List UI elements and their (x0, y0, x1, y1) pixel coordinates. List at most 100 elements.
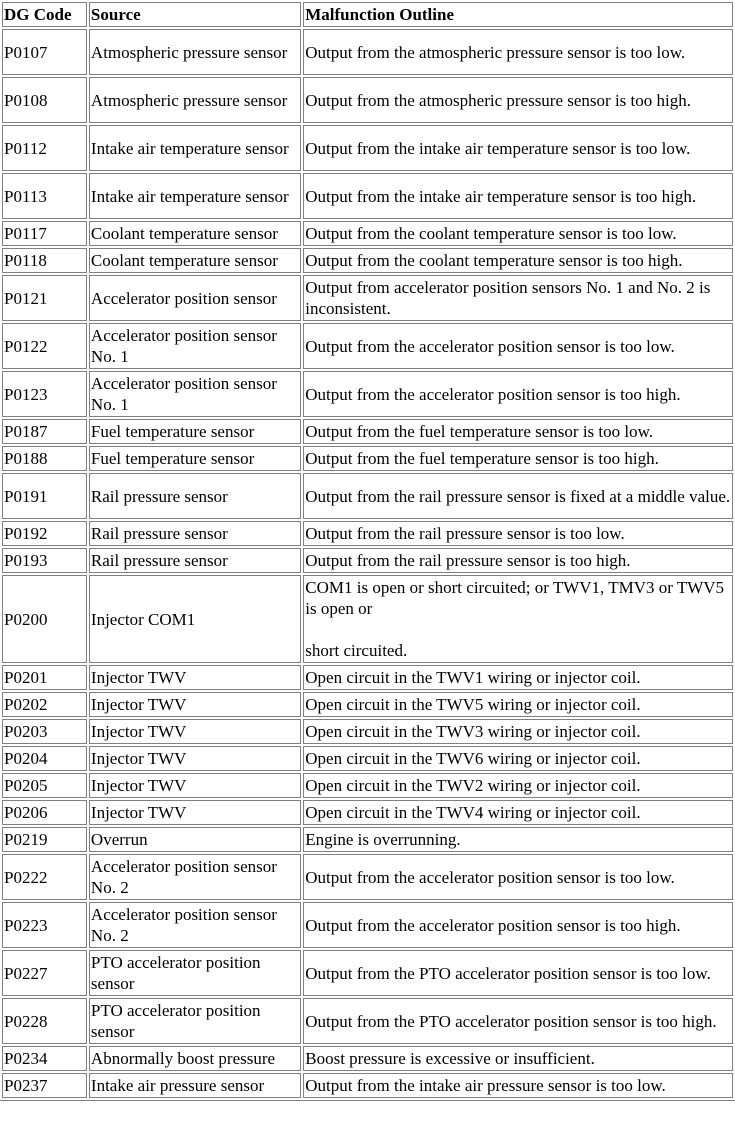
header-source: Source (88, 2, 302, 27)
cell-malfunction-outline: Output from the intake air pressure sens… (303, 1073, 733, 1098)
cell-dg-code: P0219 (2, 827, 87, 852)
table-body: P0107 Atmospheric pressure sensor Output f… (2, 29, 733, 1098)
table-row: P0188 Fuel temperature sensor Output from … (2, 446, 733, 471)
table-row: P0121 Accelerator position sensor Output f… (2, 275, 733, 321)
cell-dg-code: P0237 (2, 1073, 87, 1098)
diagnostic-code-table: DG Code Source Malfunction Outline P0107… (0, 0, 735, 1101)
cell-malfunction-outline: Open circuit in the TWV4 wiring or injec… (303, 800, 733, 825)
table-row: P0108 Atmospheric pressure sensor Output f… (2, 77, 733, 123)
cell-source: Injector TWV (88, 800, 302, 825)
cell-source: Atmospheric pressure sensor (88, 77, 302, 123)
cell-malfunction-outline: Output from the accelerator position sen… (303, 371, 733, 417)
header-malfunction-outline: Malfunction Outline (303, 2, 733, 27)
cell-source: Accelerator position sensor No. 1 (88, 371, 302, 417)
cell-dg-code: P0206 (2, 800, 87, 825)
cell-dg-code: P0188 (2, 446, 87, 471)
cell-source: Intake air pressure sensor (88, 1073, 302, 1098)
table-row: P0193 Rail pressure sensor Output from the… (2, 548, 733, 573)
cell-source: Injector TWV (88, 719, 302, 744)
table-row: P0234 Abnormally boost pressure Boost pres… (2, 1046, 733, 1071)
cell-source: PTO accelerator position sensor (88, 998, 302, 1044)
cell-dg-code: P0118 (2, 248, 87, 273)
table-row: P0228 PTO accelerator position sensor Outp… (2, 998, 733, 1044)
cell-malfunction-outline: Engine is overrunning. (303, 827, 733, 852)
cell-malfunction-outline: Output from the rail pressure sensor is … (303, 473, 733, 519)
table-row: P0192 Rail pressure sensor Output from the… (2, 521, 733, 546)
cell-dg-code: P0117 (2, 221, 87, 246)
cell-malfunction-outline: Boost pressure is excessive or insuffici… (303, 1046, 733, 1071)
table-row: P0118 Coolant temperature sensor Output fr… (2, 248, 733, 273)
cell-malfunction-outline: Output from the accelerator position sen… (303, 323, 733, 369)
cell-source: Accelerator position sensor No. 2 (88, 854, 302, 900)
table-row: P0206 Injector TWV Open circuit in the TWV… (2, 800, 733, 825)
cell-source: Rail pressure sensor (88, 521, 302, 546)
cell-dg-code: P0227 (2, 950, 87, 996)
table-row: P0187 Fuel temperature sensor Output from … (2, 419, 733, 444)
cell-malfunction-outline: Output from the atmospheric pressure sen… (303, 77, 733, 123)
cell-source: Injector TWV (88, 746, 302, 771)
cell-source: Coolant temperature sensor (88, 221, 302, 246)
cell-dg-code: P0112 (2, 125, 87, 171)
cell-source: Intake air temperature sensor (88, 173, 302, 219)
cell-source: Abnormally boost pressure (88, 1046, 302, 1071)
cell-dg-code: P0200 (2, 575, 87, 663)
table-row: P0117 Coolant temperature sensor Output fr… (2, 221, 733, 246)
cell-malfunction-outline: Output from the rail pressure sensor is … (303, 548, 733, 573)
cell-source: Injector TWV (88, 773, 302, 798)
cell-malfunction-outline: Open circuit in the TWV5 wiring or injec… (303, 692, 733, 717)
table-header-row: DG Code Source Malfunction Outline (2, 2, 733, 27)
cell-source: Injector TWV (88, 692, 302, 717)
cell-source: Rail pressure sensor (88, 473, 302, 519)
cell-dg-code: P0201 (2, 665, 87, 690)
cell-malfunction-outline: Output from the accelerator position sen… (303, 902, 733, 948)
table-row: P0205 Injector TWV Open circuit in the TWV… (2, 773, 733, 798)
table-row: P0204 Injector TWV Open circuit in the TWV… (2, 746, 733, 771)
cell-malfunction-outline: COM1 is open or short circuited; or TWV1… (303, 575, 733, 663)
cell-source: Atmospheric pressure sensor (88, 29, 302, 75)
cell-source: PTO accelerator position sensor (88, 950, 302, 996)
table-row: P0200 Injector COM1 COM1 is open or short … (2, 575, 733, 663)
cell-source: Accelerator position sensor No. 2 (88, 902, 302, 948)
table-row: P0201 Injector TWV Open circuit in the TWV… (2, 665, 733, 690)
table-row: P0222 Accelerator position sensor No. 2 Ou… (2, 854, 733, 900)
cell-malfunction-outline: Output from the PTO accelerator position… (303, 950, 733, 996)
cell-dg-code: P0192 (2, 521, 87, 546)
outline-text-continued: short circuited. (305, 641, 408, 660)
cell-dg-code: P0122 (2, 323, 87, 369)
cell-malfunction-outline: Open circuit in the TWV6 wiring or injec… (303, 746, 733, 771)
table-row: P0112 Intake air temperature sensor Output… (2, 125, 733, 171)
cell-dg-code: P0204 (2, 746, 87, 771)
cell-malfunction-outline: Output from the rail pressure sensor is … (303, 521, 733, 546)
table-row: P0122 Accelerator position sensor No. 1 Ou… (2, 323, 733, 369)
cell-dg-code: P0113 (2, 173, 87, 219)
outline-text: COM1 is open or short circuited; or TWV1… (305, 578, 725, 618)
cell-dg-code: P0228 (2, 998, 87, 1044)
cell-source: Fuel temperature sensor (88, 446, 302, 471)
cell-malfunction-outline: Output from the intake air temperature s… (303, 173, 733, 219)
cell-malfunction-outline: Output from the fuel temperature sensor … (303, 419, 733, 444)
cell-malfunction-outline: Output from the PTO accelerator position… (303, 998, 733, 1044)
cell-source: Coolant temperature sensor (88, 248, 302, 273)
cell-source: Fuel temperature sensor (88, 419, 302, 444)
table-row: P0219 Overrun Engine is overrunning. (2, 827, 733, 852)
cell-malfunction-outline: Output from the coolant temperature sens… (303, 221, 733, 246)
cell-dg-code: P0108 (2, 77, 87, 123)
header-dg-code: DG Code (2, 2, 87, 27)
cell-dg-code: P0193 (2, 548, 87, 573)
table-row: P0237 Intake air pressure sensor Output fr… (2, 1073, 733, 1098)
cell-source: Injector TWV (88, 665, 302, 690)
cell-malfunction-outline: Open circuit in the TWV2 wiring or injec… (303, 773, 733, 798)
cell-source: Accelerator position sensor No. 1 (88, 323, 302, 369)
cell-dg-code: P0223 (2, 902, 87, 948)
cell-source: Accelerator position sensor (88, 275, 302, 321)
cell-malfunction-outline: Output from accelerator position sensors… (303, 275, 733, 321)
cell-malfunction-outline: Output from the intake air temperature s… (303, 125, 733, 171)
cell-dg-code: P0234 (2, 1046, 87, 1071)
table-row: P0123 Accelerator position sensor No. 1 Ou… (2, 371, 733, 417)
cell-source: Injector COM1 (88, 575, 302, 663)
cell-malfunction-outline: Output from the atmospheric pressure sen… (303, 29, 733, 75)
table-row: P0223 Accelerator position sensor No. 2 Ou… (2, 902, 733, 948)
table-row: P0203 Injector TWV Open circuit in the TWV… (2, 719, 733, 744)
cell-dg-code: P0222 (2, 854, 87, 900)
cell-malfunction-outline: Output from the accelerator position sen… (303, 854, 733, 900)
